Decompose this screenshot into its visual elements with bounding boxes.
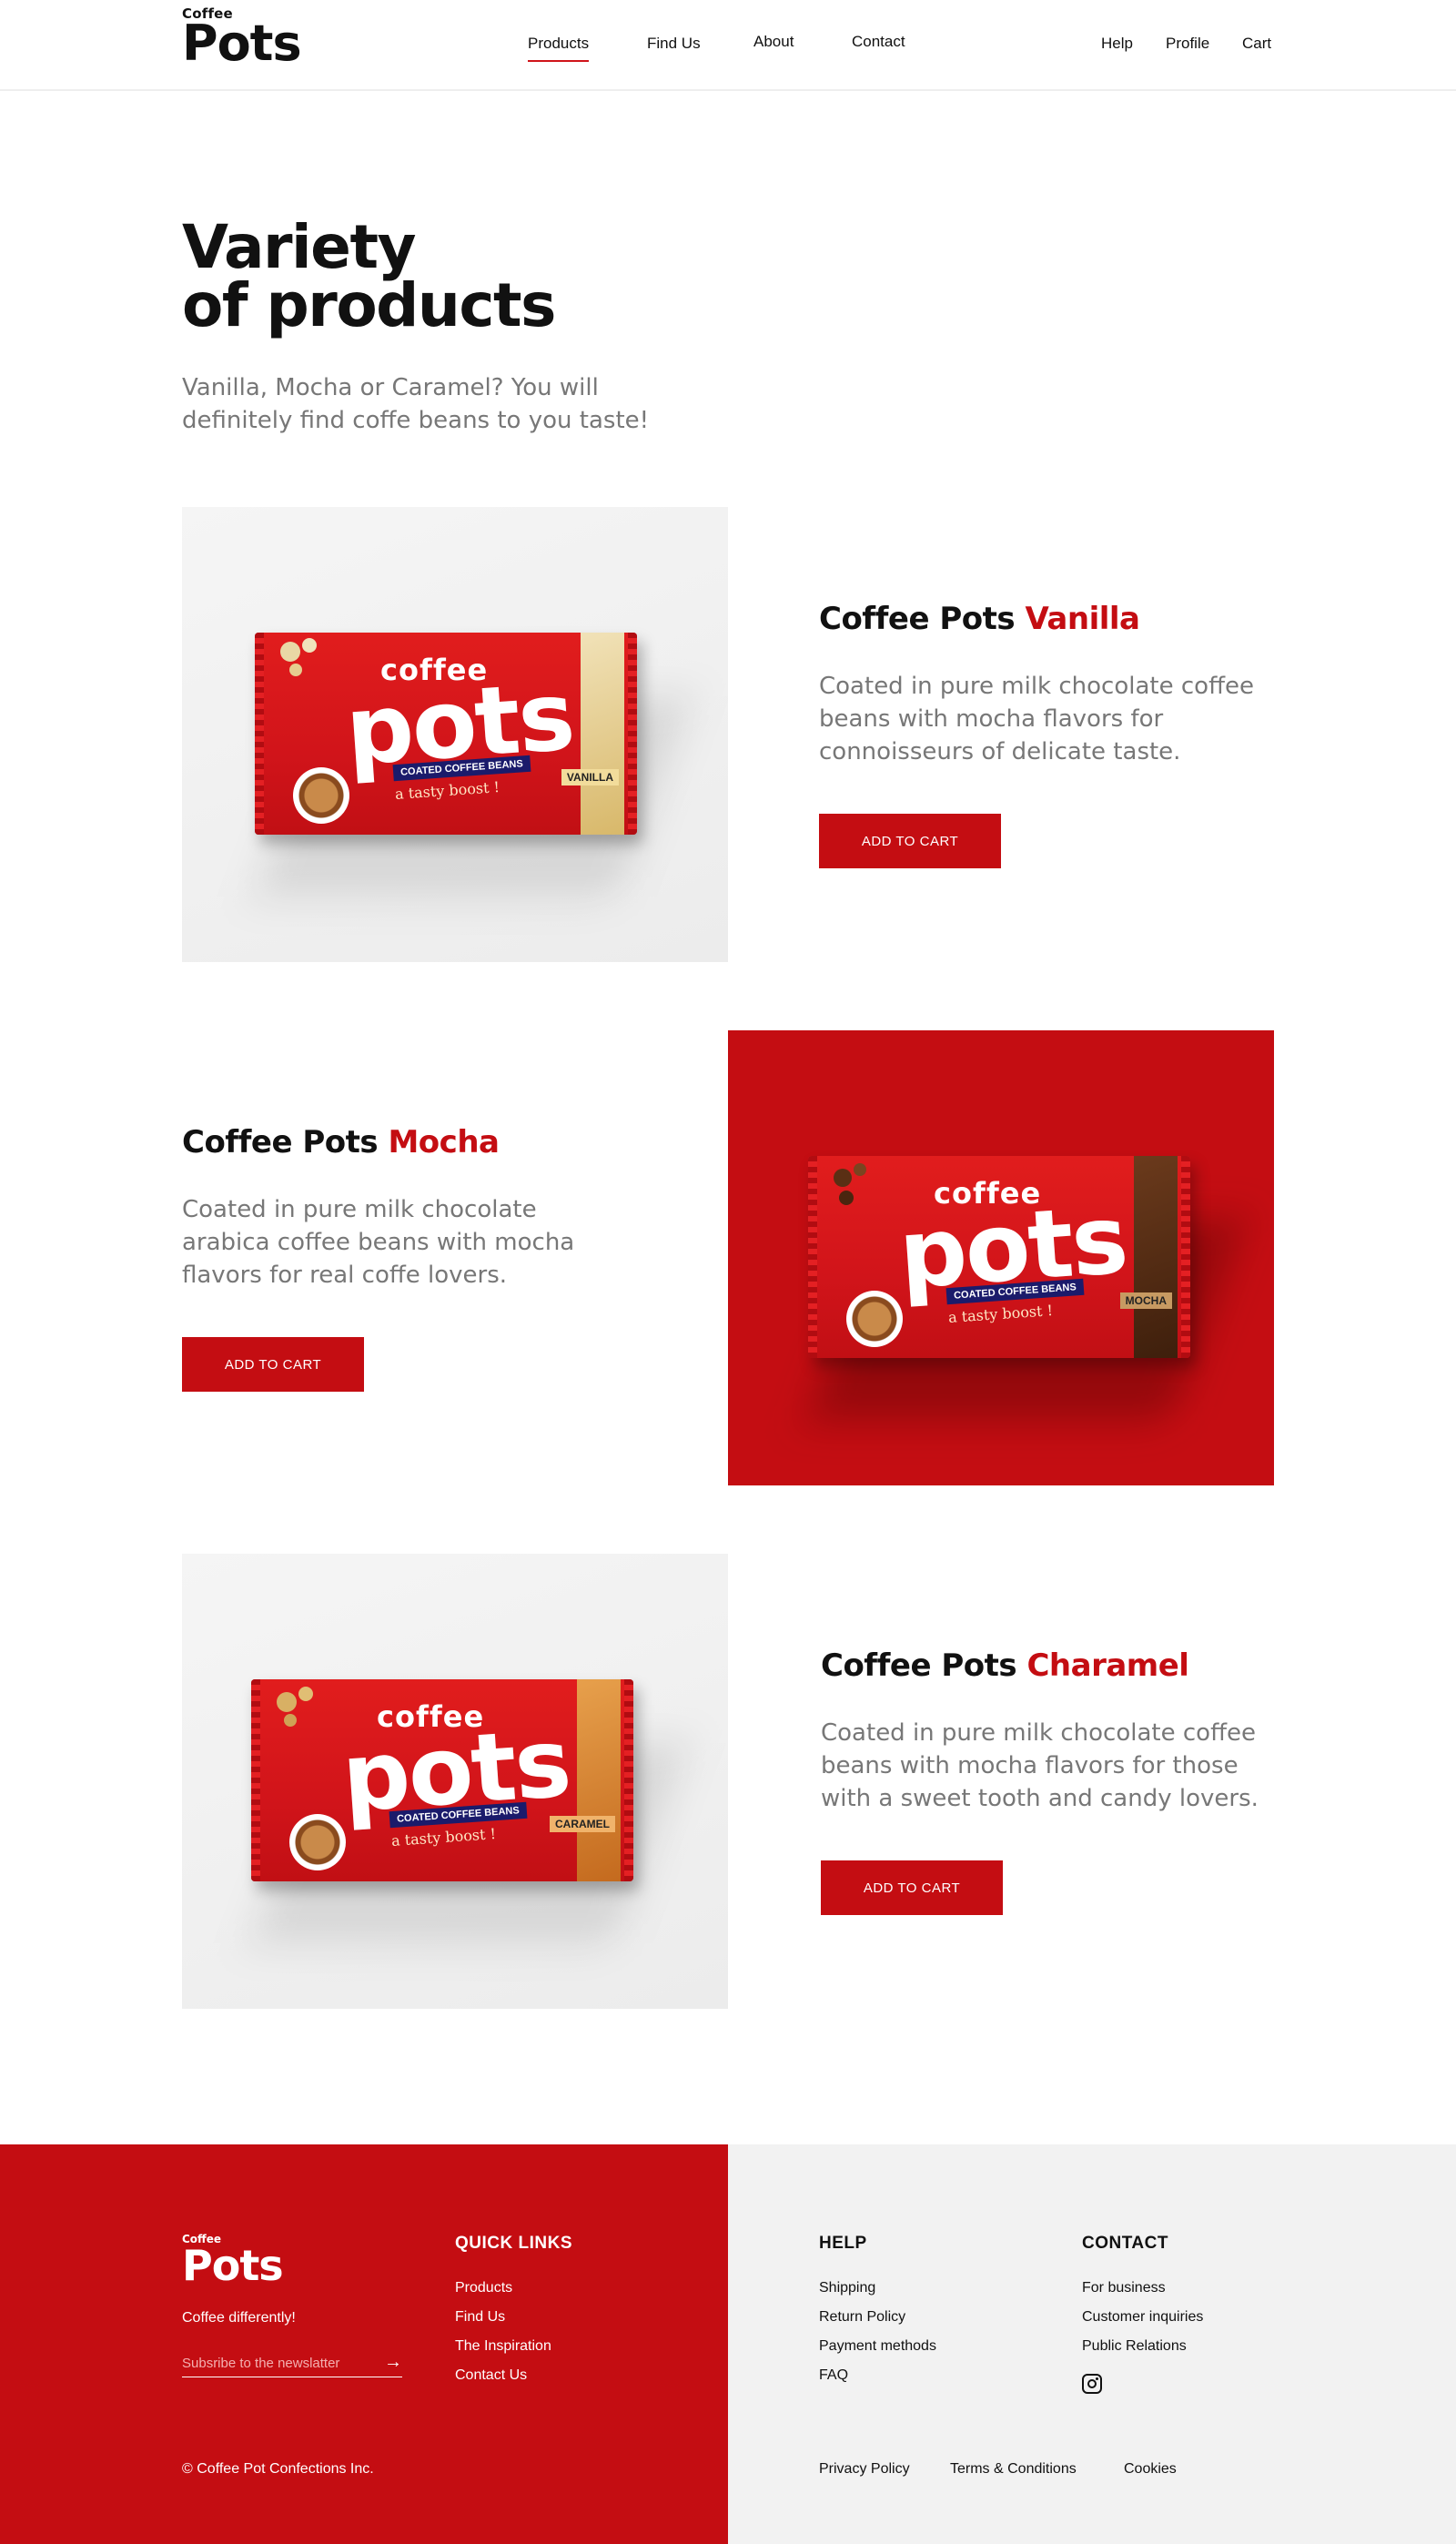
- newsletter-form: →: [182, 2350, 402, 2377]
- brand-logo[interactable]: Coffee Pots: [182, 7, 302, 72]
- nav-cart[interactable]: Cart: [1242, 35, 1271, 53]
- product-title-prefix: Coffee Pots: [182, 1124, 389, 1161]
- quick-links-heading: QUICK LINKS: [455, 2234, 572, 2253]
- product-title-caramel: Coffee Pots Charamel: [821, 1647, 1189, 1684]
- footer-link-contact-us[interactable]: Contact Us: [455, 2367, 527, 2383]
- page-title-line2: of products: [182, 270, 556, 340]
- product-image-caramel[interactable]: coffee pots COATED COFFEE BEANS a tasty …: [182, 1554, 728, 2009]
- privacy-policy-link[interactable]: Privacy Policy: [819, 2461, 910, 2478]
- logo-big-text: Pots: [182, 15, 302, 72]
- contact-heading: CONTACT: [1082, 2234, 1168, 2253]
- footer-link-shipping[interactable]: Shipping: [819, 2280, 875, 2296]
- footer-link-inspiration[interactable]: The Inspiration: [455, 2338, 551, 2354]
- newsletter-input[interactable]: [182, 2350, 364, 2376]
- product-desc-caramel: Coated in pure milk chocolate coffee bea…: [821, 1719, 1259, 1812]
- product-desc-mocha: Coated in pure milk chocolate arabica co…: [182, 1196, 575, 1289]
- coffee-cup-icon: [293, 767, 349, 824]
- nav-products[interactable]: Products: [528, 35, 590, 62]
- footer-link-return-policy[interactable]: Return Policy: [819, 2309, 905, 2325]
- pack-flavor: MOCHA: [1119, 1292, 1172, 1309]
- nav-find-us[interactable]: Find Us: [647, 35, 701, 53]
- product-title-prefix: Coffee Pots: [819, 601, 1026, 637]
- product-title-accent: Vanilla: [1025, 601, 1140, 637]
- nav-about[interactable]: About: [753, 33, 794, 51]
- page-title-line1: Variety: [182, 212, 417, 282]
- product-title-mocha: Coffee Pots Mocha: [182, 1124, 500, 1161]
- arrow-right-icon[interactable]: →: [384, 2352, 402, 2373]
- cookies-link[interactable]: Cookies: [1124, 2461, 1177, 2478]
- help-heading: HELP: [819, 2234, 867, 2253]
- footer-logo[interactable]: Coffee Pots: [182, 2234, 284, 2290]
- add-to-cart-mocha-button[interactable]: ADD TO CART: [182, 1337, 364, 1392]
- product-title-accent: Mocha: [388, 1124, 500, 1161]
- page-subtitle: Vanilla, Mocha or Caramel? You will defi…: [182, 374, 650, 434]
- copyright: © Coffee Pot Confections Inc.: [182, 2461, 374, 2477]
- product-title-accent: Charamel: [1026, 1647, 1189, 1684]
- pack-flavor: CARAMEL: [550, 1816, 615, 1832]
- nav-help[interactable]: Help: [1101, 35, 1133, 53]
- coffee-cup-icon: [289, 1814, 346, 1870]
- add-to-cart-caramel-button[interactable]: ADD TO CART: [821, 1860, 1003, 1915]
- quick-links-list: Products Find Us The Inspiration Contact…: [455, 2274, 551, 2390]
- footer-link-faq[interactable]: FAQ: [819, 2367, 848, 2383]
- site-header: Coffee Pots Products Find Us About Conta…: [0, 0, 1456, 91]
- instagram-icon[interactable]: [1082, 2374, 1102, 2394]
- footer-tagline: Coffee differently!: [182, 2310, 296, 2326]
- pack-flavor: VANILLA: [561, 769, 619, 785]
- footer-brand-panel: Coffee Pots Coffee differently! → QUICK …: [0, 2144, 728, 2544]
- product-image-vanilla[interactable]: coffee pots COATED COFFEE BEANS a tasty …: [182, 507, 728, 962]
- help-links-list: Shipping Return Policy Payment methods F…: [819, 2274, 936, 2390]
- nav-contact[interactable]: Contact: [852, 33, 905, 51]
- footer-link-for-business[interactable]: For business: [1082, 2280, 1166, 2296]
- package-caramel: coffee pots COATED COFFEE BEANS a tasty …: [250, 1679, 689, 1943]
- coffee-cup-icon: [846, 1291, 903, 1347]
- footer-link-products[interactable]: Products: [455, 2280, 512, 2296]
- footer-logo-big: Pots: [182, 2241, 284, 2290]
- nav-profile[interactable]: Profile: [1166, 35, 1209, 53]
- product-title-vanilla: Coffee Pots Vanilla: [819, 601, 1140, 637]
- add-to-cart-vanilla-button[interactable]: ADD TO CART: [819, 814, 1001, 868]
- footer-link-public-relations[interactable]: Public Relations: [1082, 2338, 1187, 2354]
- footer-link-customer-inquiries[interactable]: Customer inquiries: [1082, 2309, 1203, 2325]
- terms-link[interactable]: Terms & Conditions: [950, 2461, 1077, 2478]
- product-desc-vanilla: Coated in pure milk chocolate coffee bea…: [819, 673, 1254, 765]
- footer-link-find-us[interactable]: Find Us: [455, 2309, 505, 2325]
- package-mocha: coffee pots COATED COFFEE BEANS a tasty …: [807, 1156, 1246, 1420]
- contact-links-list: For business Customer inquiries Public R…: [1082, 2274, 1203, 2361]
- product-title-prefix: Coffee Pots: [821, 1647, 1027, 1684]
- footer-links-panel: HELP Shipping Return Policy Payment meth…: [728, 2144, 1456, 2544]
- page-title: Variety of products: [182, 212, 556, 340]
- package-vanilla: coffee pots COATED COFFEE BEANS a tasty …: [254, 633, 693, 897]
- footer-link-payment-methods[interactable]: Payment methods: [819, 2338, 936, 2354]
- product-image-mocha[interactable]: coffee pots COATED COFFEE BEANS a tasty …: [728, 1030, 1274, 1485]
